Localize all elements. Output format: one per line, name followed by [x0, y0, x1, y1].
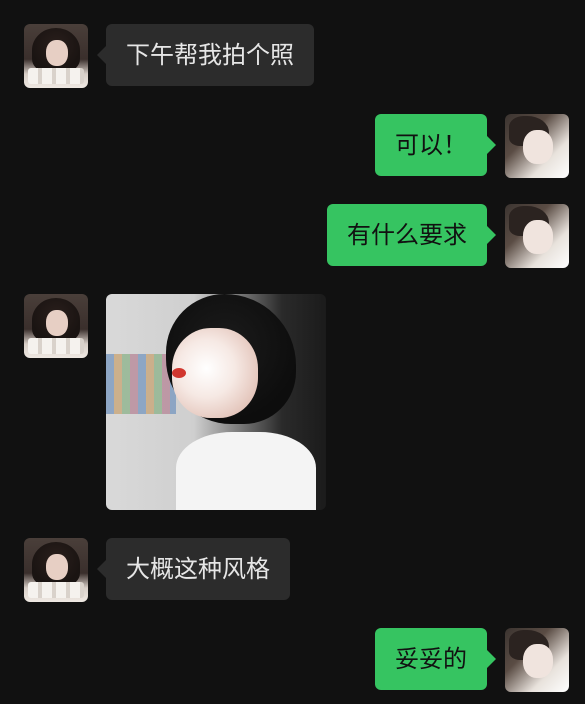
avatar-face [46, 554, 68, 580]
self-avatar[interactable] [505, 204, 569, 268]
self-avatar[interactable] [505, 628, 569, 692]
message-bubble-incoming[interactable]: 下午帮我拍个照 [97, 24, 314, 86]
avatar-candles [28, 582, 84, 598]
photo-shirt [176, 432, 316, 510]
message-bubble-outgoing[interactable]: 可以！ [375, 114, 496, 176]
contact-avatar[interactable] [24, 24, 88, 88]
message-bubble-outgoing[interactable]: 妥妥的 [375, 628, 496, 690]
message-bubble-outgoing[interactable]: 有什么要求 [327, 204, 496, 266]
avatar-face [46, 310, 68, 336]
chat-window: 下午帮我拍个照 可以！ 有什么要求 大概这种风格 妥妥的 [0, 0, 585, 704]
contact-avatar[interactable] [24, 294, 88, 358]
contact-avatar[interactable] [24, 538, 88, 602]
avatar-candles [28, 68, 84, 84]
photo-lips [172, 368, 186, 378]
self-avatar[interactable] [505, 114, 569, 178]
avatar-face [523, 130, 553, 164]
avatar-face [523, 220, 553, 254]
message-bubble-incoming[interactable]: 大概这种风格 [97, 538, 290, 600]
shared-photo-message[interactable] [106, 294, 326, 510]
avatar-candles [28, 338, 84, 354]
avatar-face [46, 40, 68, 66]
avatar-face [523, 644, 553, 678]
